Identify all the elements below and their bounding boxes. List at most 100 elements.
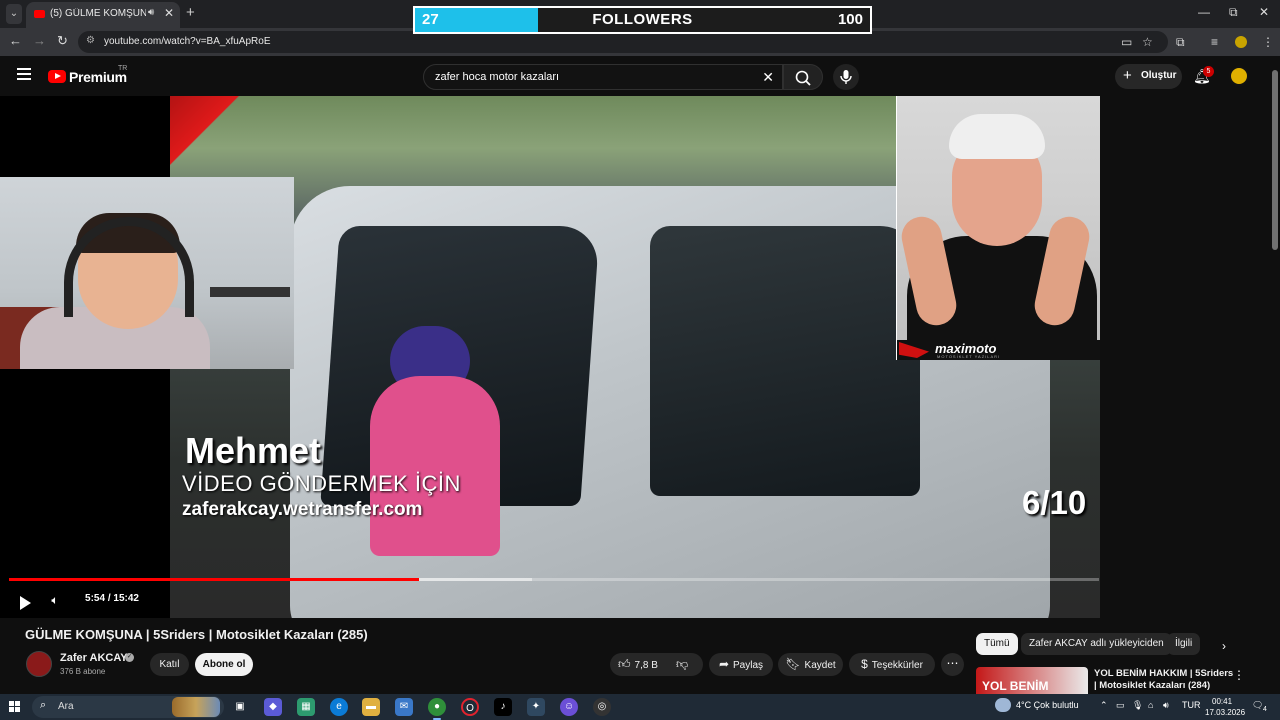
minimize-button[interactable]: — [1198,5,1210,19]
widgets-icon[interactable]: ▦ [297,698,315,716]
edge-browser-icon[interactable]: e [330,698,348,716]
overlay-wetransfer-url: zaferakcay.wetransfer.com [182,499,423,520]
maximoto-sub: MOTOSİKLET YAZILARI [937,354,1001,359]
channel-avatar[interactable] [26,651,52,677]
notification-center-icon[interactable]: 🗨︎ [1252,700,1263,711]
search-button[interactable] [783,64,823,90]
discord-icon[interactable]: ☺ [560,698,578,716]
presenter-inset: maximoto MOTOSİKLET YAZILARI [896,96,1100,360]
site-info-icon[interactable]: ⚙︎ [86,35,95,46]
save-button[interactable]: 🔖︎ Kaydet [778,653,843,676]
search-icon: ⌕ [40,699,47,711]
menu-hamburger-icon[interactable] [17,68,31,80]
create-label: Oluştur [1141,70,1177,81]
back-icon[interactable]: ← [9,33,22,48]
tiktok-icon[interactable]: ♪ [494,698,512,716]
subscribe-button[interactable]: Abone ol [195,653,253,676]
taskbar-search[interactable]: ⌕ Ara [32,696,224,718]
streamer-webcam [0,177,294,369]
extensions-icon[interactable]: ⧉ [1176,35,1185,50]
reload-icon[interactable]: ↻ [57,33,68,49]
profile-avatar-icon[interactable] [1235,36,1247,48]
more-actions-icon[interactable]: ⋯ [941,653,964,676]
url-bar[interactable]: ⚙︎ youtube.com/watch?v=BA_xfuApRoE [78,31,1168,53]
page-scrollbar[interactable] [1270,62,1280,692]
thanks-button[interactable]: $ Teşekkürler [849,653,935,676]
clock-date[interactable]: 17.03.2026 [1205,708,1245,717]
youtube-favicon-icon [34,10,45,18]
search-highlight-art [172,697,220,717]
create-button[interactable]: + Oluştur [1115,64,1182,89]
chip-all[interactable]: Tümü [976,633,1018,655]
recommendation-menu-icon[interactable]: ⋮ [1233,668,1245,682]
chip-from-uploader[interactable]: Zafer AKCAY adlı yükleyiciden [1021,633,1172,655]
youtube-logo-icon[interactable] [48,70,66,83]
maximoto-logo: maximoto MOTOSİKLET YAZILARI [897,340,1100,360]
tray-app-icon[interactable]: ▭ [1116,700,1125,711]
thanks-label: Teşekkürler [871,660,923,671]
tab-close-icon[interactable]: ✕ [164,6,174,20]
browser-tab-active[interactable]: (5) GÜLME KOMŞUNA | 5S 🔊︎ ✕ [26,2,180,28]
new-tab-button[interactable]: + [186,4,195,21]
chrome-icon[interactable]: ● [428,698,446,720]
video-progress-bar[interactable] [9,578,1099,581]
dislike-icon[interactable]: 👎︎ [676,653,688,676]
input-language[interactable]: TUR [1182,700,1201,710]
bookmark-star-icon[interactable]: ☆ [1142,35,1153,49]
file-explorer-icon[interactable]: ▬ [362,698,380,716]
chip-related[interactable]: İlgili [1167,633,1201,655]
recommendation-thumbnail[interactable]: YOL BENİM [976,667,1088,694]
app-icon-blue[interactable]: ✦ [527,698,545,716]
red-corner-graphic [170,96,260,176]
weather-text[interactable]: 4°C Çok bulutlu [1016,700,1079,710]
like-icon[interactable]: 👍︎ [618,657,631,671]
task-view-icon[interactable]: ▣ [231,698,249,716]
right-sidebar [1100,96,1268,618]
channel-name[interactable]: Zafer AKCAY [60,652,128,664]
followers-goal: 100 [837,11,863,28]
microphone-arm [210,287,290,297]
obs-icon[interactable]: ◎ [593,698,611,716]
windows-start-icon[interactable] [9,701,21,713]
tray-network-icon[interactable]: ⌂ [1148,700,1153,710]
video-title: GÜLME KOMŞUNA | 5Sriders | Motosiklet Ka… [25,627,368,642]
join-button[interactable]: Katıl [150,653,189,676]
url-text[interactable]: youtube.com/watch?v=BA_xfuApRoE [104,36,270,47]
tray-chevron-icon[interactable]: ⌃ [1100,700,1108,711]
voice-search-button[interactable] [833,64,859,90]
region-code: TR [118,65,128,72]
like-count[interactable]: 7,8 B [635,660,658,671]
tab-audio-icon[interactable]: 🔊︎ [148,7,154,18]
opera-icon[interactable]: O [461,698,479,716]
clock-time[interactable]: 00:41 [1212,697,1232,706]
volume-icon[interactable]: 🔈︎ [42,588,68,612]
recommendation-title[interactable]: YOL BENİM HAKKIM | 5Sriders | Motosiklet… [1094,668,1234,692]
mail-icon[interactable]: ✉ [395,698,413,716]
clear-search-icon[interactable]: ✕ [762,69,774,86]
bookmark-icon: 🔖︎ [785,657,801,671]
search-query[interactable]: zafer hoca motor kazaları [435,71,559,83]
share-button[interactable]: ➦ Paylaş [709,653,773,676]
play-button[interactable] [13,591,37,615]
close-window-button[interactable]: ✕ [1259,5,1269,19]
weather-cloud-icon[interactable] [995,698,1011,712]
forward-icon[interactable]: → [33,33,46,48]
maximize-button[interactable]: ⧉ [1229,5,1238,20]
tray-volume-icon[interactable]: 🔊︎ [1163,700,1169,711]
search-input[interactable]: zafer hoca motor kazaları ✕ [423,64,783,90]
reading-list-icon[interactable]: ≡ [1211,35,1218,49]
share-label: Paylaş [733,660,764,671]
tab-title: (5) GÜLME KOMŞUNA | 5S [50,8,146,19]
pink-jacket-rider [370,376,500,556]
chevron-right-icon[interactable]: › [1222,639,1226,653]
tray-mic-icon[interactable]: 🎙︎ [1132,700,1143,711]
video-player[interactable]: maximoto MOTOSİKLET YAZILARI [0,96,1100,618]
copilot-icon[interactable]: ◆ [264,698,282,716]
cast-icon[interactable]: ▭ [1121,35,1132,49]
browser-menu-icon[interactable]: ⋮ [1262,35,1274,49]
account-avatar[interactable] [1229,66,1249,86]
scrollbar-thumb[interactable] [1272,70,1278,250]
tab-search-icon[interactable]: ⌄ [6,4,22,24]
windows-taskbar: ⌕ Ara [0,694,1280,720]
overlay-send-caption: VİDEO GÖNDERMEK İÇİN [182,471,461,496]
